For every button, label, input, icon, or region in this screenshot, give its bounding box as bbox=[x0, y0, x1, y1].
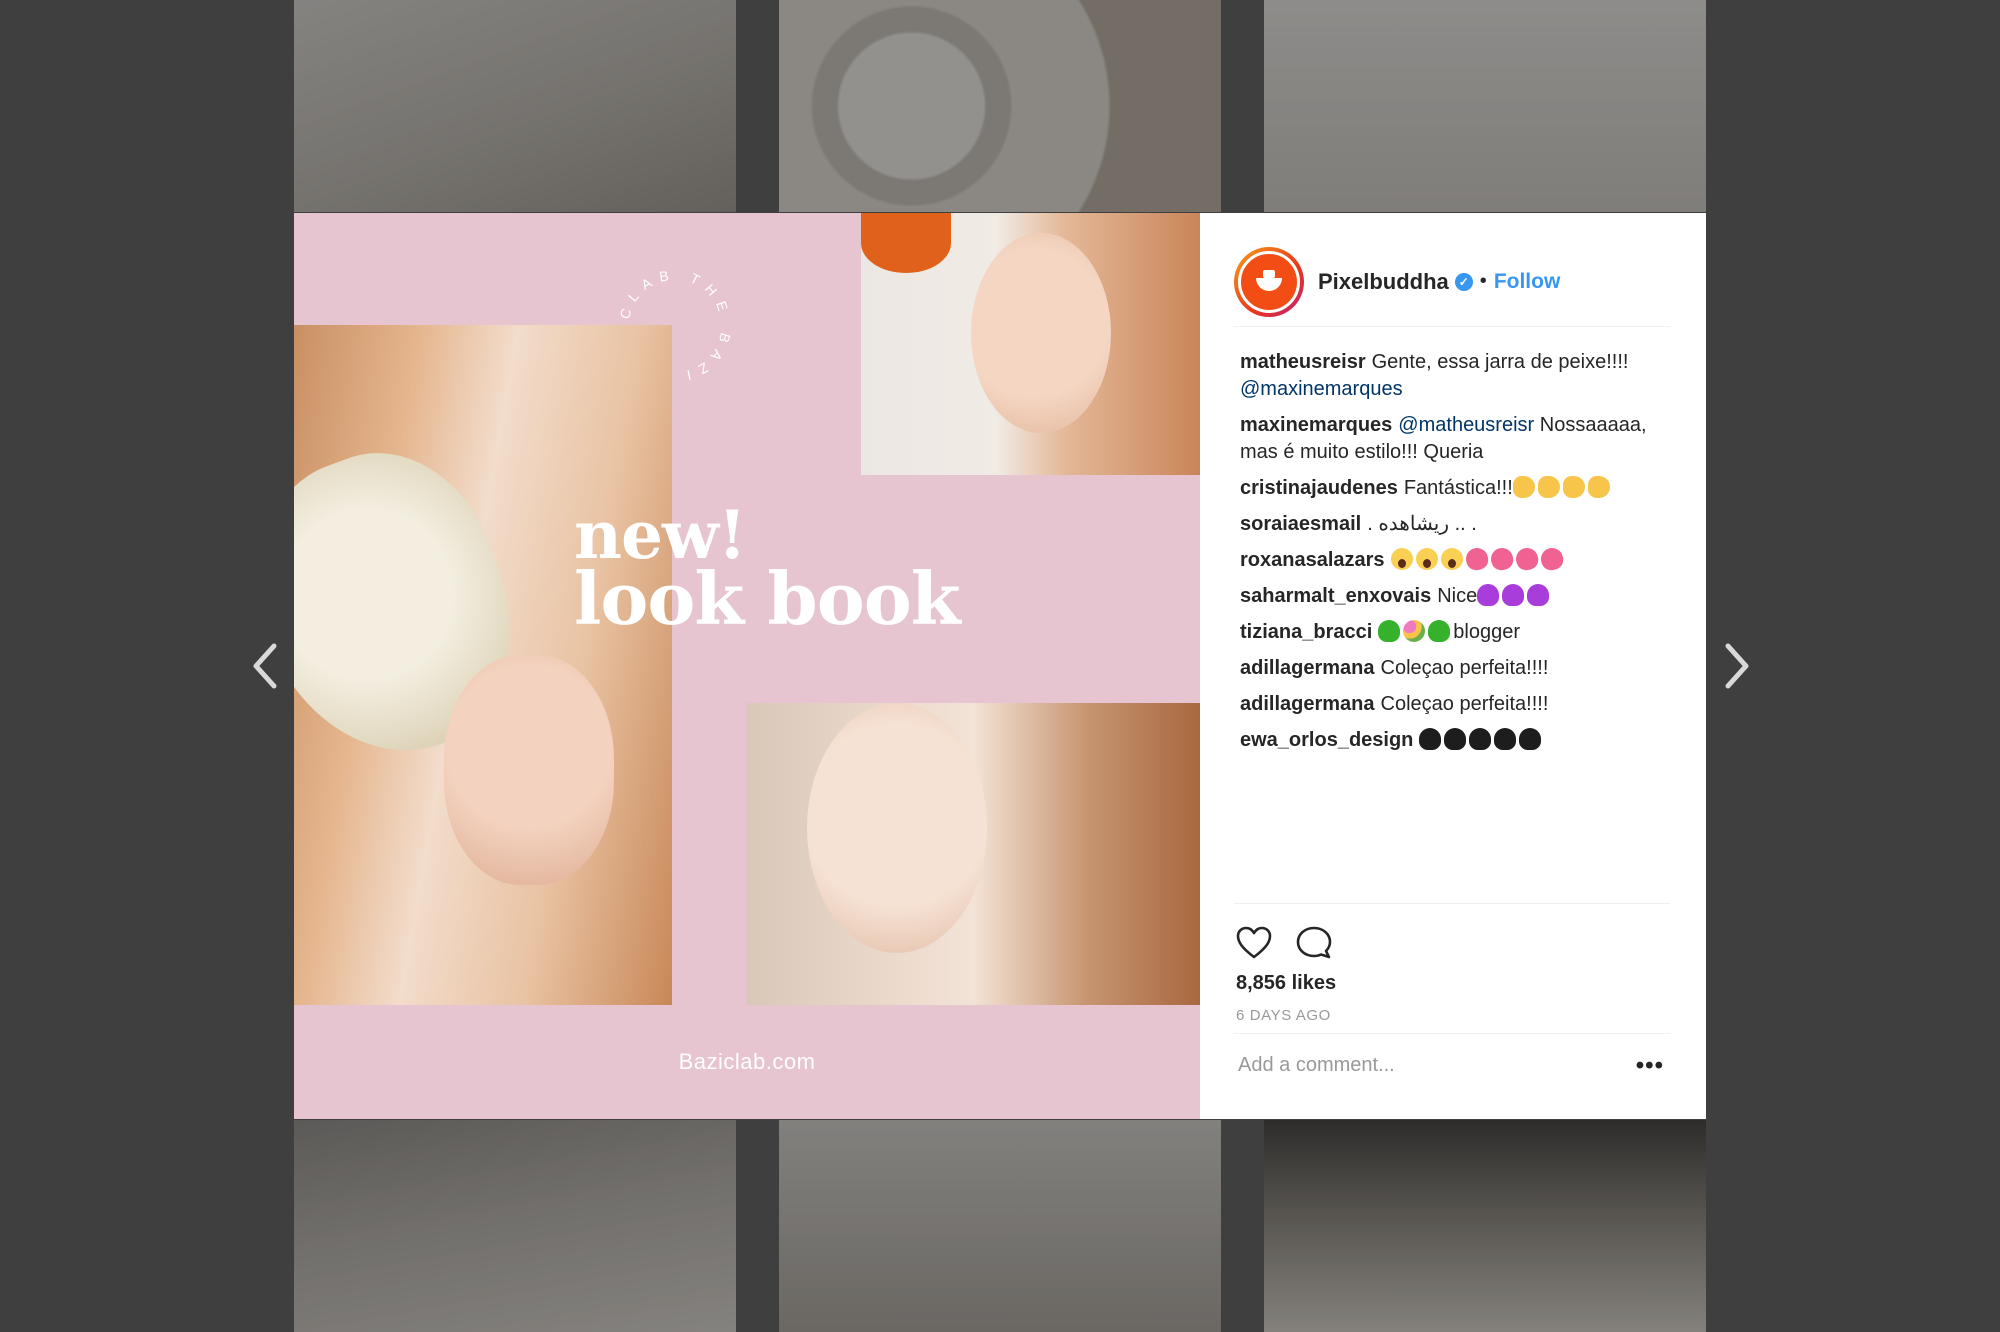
photo-woman-profile-earring bbox=[747, 703, 1200, 1005]
comment-username[interactable]: matheusreisr bbox=[1240, 351, 1366, 373]
headline-line-2: look book bbox=[574, 556, 961, 641]
heart-pink-emoji-icon bbox=[1538, 545, 1566, 573]
heart-black-emoji-icon bbox=[1469, 728, 1492, 750]
heart-purple-emoji-icon bbox=[1527, 584, 1550, 606]
heart-green-emoji-icon bbox=[1428, 620, 1451, 642]
follow-button[interactable]: Follow bbox=[1494, 270, 1561, 294]
comment-username[interactable]: soraiaesmail bbox=[1240, 513, 1361, 535]
heart-black-emoji-icon bbox=[1519, 728, 1542, 750]
comments-list: matheusreisr Gente, essa jarra de peixe!!… bbox=[1240, 349, 1680, 763]
comment-username[interactable]: roxanasalazars bbox=[1240, 549, 1385, 571]
comment-text: Coleçao perfeita!!!! bbox=[1380, 693, 1549, 715]
clap-emoji-icon bbox=[1537, 476, 1560, 498]
comment-item: maxinemarques @matheusreisr Nossaaaaa, ma… bbox=[1240, 412, 1680, 466]
heart-purple-emoji-icon bbox=[1477, 584, 1500, 606]
comment-item: adillagermana Coleçao perfeita!!!! bbox=[1240, 655, 1680, 682]
feed-thumbnail[interactable] bbox=[294, 1120, 736, 1332]
feed-thumbnail[interactable] bbox=[779, 1120, 1221, 1332]
comment-item: adillagermana Coleçao perfeita!!!! bbox=[1240, 691, 1680, 718]
heart-green-emoji-icon bbox=[1378, 620, 1401, 642]
heart-black-emoji-icon bbox=[1444, 728, 1467, 750]
comment-username[interactable]: maxinemarques bbox=[1240, 414, 1392, 436]
post-actions: 8,856 likes 6 DAYS AGO bbox=[1234, 903, 1670, 1024]
clap-emoji-icon bbox=[1562, 476, 1585, 498]
add-comment-input[interactable] bbox=[1234, 1054, 1614, 1077]
photo-woman-with-pear bbox=[294, 325, 672, 1005]
svg-text:CLAB THE BAZI: CLAB THE BAZI bbox=[616, 266, 734, 385]
verified-badge-icon: ✓ bbox=[1454, 272, 1473, 291]
comment-text: Nice bbox=[1437, 585, 1478, 607]
clap-emoji-icon bbox=[1512, 476, 1535, 498]
comment-username[interactable]: adillagermana bbox=[1240, 693, 1375, 715]
comment-mention-link[interactable]: @maxinemarques bbox=[1240, 378, 1403, 400]
add-comment-bar: ••• bbox=[1234, 1033, 1670, 1097]
comment-text: Gente, essa jarra de peixe!!!! bbox=[1371, 351, 1629, 373]
comment-text: . ريشاهده .. . bbox=[1367, 513, 1477, 535]
comment-item: roxanasalazars bbox=[1240, 545, 1680, 574]
previous-post-arrow-icon[interactable] bbox=[246, 640, 286, 692]
username[interactable]: Pixelbuddha bbox=[1318, 269, 1449, 295]
comment-mention-link[interactable]: @matheusreisr bbox=[1398, 414, 1534, 436]
scream-emoji-icon bbox=[1390, 548, 1413, 570]
comment-username[interactable]: adillagermana bbox=[1240, 657, 1375, 679]
comment-username[interactable]: cristinajaudenes bbox=[1240, 477, 1398, 499]
post-timestamp: 6 DAYS AGO bbox=[1236, 1007, 1331, 1024]
comment-bubble-icon[interactable] bbox=[1296, 926, 1332, 960]
comment-username[interactable]: tiziana_bracci bbox=[1240, 621, 1372, 643]
more-options-icon[interactable]: ••• bbox=[1636, 1052, 1664, 1080]
comment-username[interactable]: saharmalt_enxovais bbox=[1240, 585, 1431, 607]
scream-emoji-icon bbox=[1440, 548, 1463, 570]
lookbook-headline: new! look book bbox=[574, 502, 961, 641]
heart-black-emoji-icon bbox=[1419, 728, 1442, 750]
comment-text: Coleçao perfeita!!!! bbox=[1380, 657, 1549, 679]
photo-woman-with-orange bbox=[861, 213, 1200, 475]
comment-item: saharmalt_enxovais Nice bbox=[1240, 583, 1680, 610]
likes-count[interactable]: 8,856 likes bbox=[1236, 972, 1670, 995]
clap-emoji-icon bbox=[1587, 476, 1610, 498]
flowers-emoji-icon bbox=[1403, 620, 1426, 642]
post-header: Pixelbuddha ✓ • Follow bbox=[1234, 237, 1670, 327]
comment-item: soraiaesmail . ريشاهده .. . bbox=[1240, 511, 1680, 538]
comment-item: tiziana_bracci blogger bbox=[1240, 619, 1680, 646]
comment-item: cristinajaudenes Fantástica!!! bbox=[1240, 475, 1680, 502]
heart-black-emoji-icon bbox=[1494, 728, 1517, 750]
feed-thumbnail[interactable] bbox=[294, 0, 736, 212]
heart-pink-emoji-icon bbox=[1463, 545, 1491, 573]
circular-brand-text: CLAB THE BAZI bbox=[616, 266, 734, 385]
heart-pink-emoji-icon bbox=[1513, 545, 1541, 573]
comment-item: ewa_orlos_design bbox=[1240, 727, 1680, 754]
post-modal: CLAB THE BAZI new! look book Baziclab.co… bbox=[294, 213, 1706, 1119]
post-image[interactable]: CLAB THE BAZI new! look book Baziclab.co… bbox=[294, 213, 1200, 1119]
scream-emoji-icon bbox=[1415, 548, 1438, 570]
comment-username[interactable]: ewa_orlos_design bbox=[1240, 729, 1413, 751]
heart-purple-emoji-icon bbox=[1502, 584, 1525, 606]
comment-text: Fantástica!!! bbox=[1403, 477, 1513, 499]
like-heart-icon[interactable] bbox=[1236, 926, 1272, 960]
feed-thumbnail[interactable] bbox=[779, 0, 1221, 212]
site-label: Baziclab.com bbox=[678, 1049, 816, 1074]
avatar[interactable] bbox=[1234, 246, 1304, 317]
feed-thumbnail[interactable] bbox=[1264, 0, 1706, 212]
post-sidebar: Pixelbuddha ✓ • Follow matheusreisr Gente… bbox=[1200, 213, 1706, 1119]
heart-pink-emoji-icon bbox=[1488, 545, 1516, 573]
pixelbuddha-logo-icon bbox=[1238, 250, 1300, 313]
next-post-arrow-icon[interactable] bbox=[1716, 640, 1756, 692]
separator-dot: • bbox=[1479, 270, 1487, 292]
comment-text: blogger bbox=[1453, 621, 1521, 643]
comment-item: matheusreisr Gente, essa jarra de peixe!!… bbox=[1240, 349, 1680, 403]
feed-thumbnail[interactable] bbox=[1264, 1120, 1706, 1332]
